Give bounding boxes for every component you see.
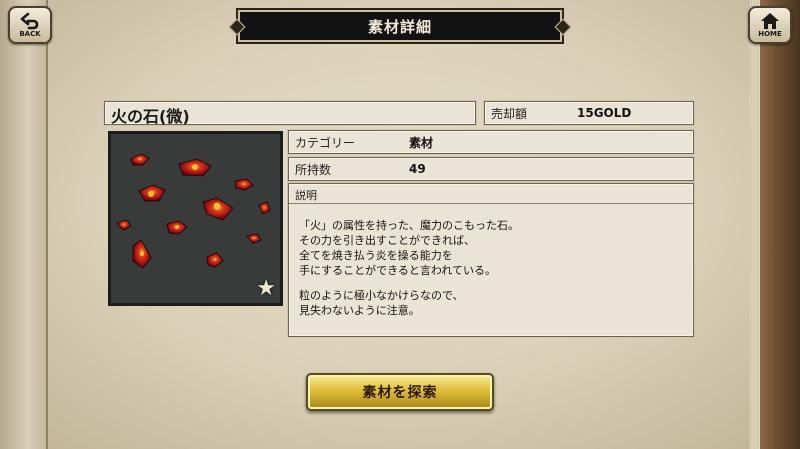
category-row: カテゴリー 素材 xyxy=(288,130,694,154)
back-button[interactable]: BACK xyxy=(8,6,52,44)
rarity-star-icon: ★ xyxy=(256,276,276,301)
description-header: 説明 xyxy=(289,184,693,204)
back-arrow-icon xyxy=(20,12,39,30)
owned-count-label: 所持数 xyxy=(295,162,332,177)
description-line: 見失わないように注意。 xyxy=(299,304,420,317)
book-left-edge xyxy=(0,0,48,449)
home-label: HOME xyxy=(758,30,782,38)
description-paragraph: 「火」の属性を持った、魔力のこもった石。 その力を引き出すことができれば、 全て… xyxy=(299,218,685,278)
fire-stone-icon xyxy=(111,134,280,303)
explore-material-label: 素材を探索 xyxy=(362,385,438,401)
description-paragraph: 粒のように極小なかけらなので、 見失わないように注意。 xyxy=(299,288,685,318)
description-line: 「火」の属性を持った、魔力のこもった石。 xyxy=(299,219,519,232)
owned-count-row: 所持数 49 xyxy=(288,157,694,181)
description-line: 手にすることができると言われている。 xyxy=(299,264,497,277)
page-title: 素材詳細 xyxy=(367,17,432,36)
page-title-banner: 素材詳細 xyxy=(236,8,564,44)
item-name-field: 火の石(微) xyxy=(104,101,476,126)
book-cover-right xyxy=(760,0,800,449)
explore-material-button[interactable]: 素材を探索 xyxy=(306,373,494,411)
description-line: 全てを焼き払う炎を操る能力を xyxy=(299,249,453,262)
description-label: 説明 xyxy=(295,189,317,202)
book-page-edges xyxy=(750,0,760,449)
back-label: BACK xyxy=(19,30,41,38)
description-text: 「火」の属性を持った、魔力のこもった石。 その力を引き出すことができれば、 全て… xyxy=(299,218,685,328)
category-label: カテゴリー xyxy=(295,135,356,150)
category-value: 素材 xyxy=(409,135,434,150)
home-icon xyxy=(761,13,779,29)
description-panel: 説明 「火」の属性を持った、魔力のこもった石。 その力を引き出すことができれば、… xyxy=(288,183,694,337)
home-button[interactable]: HOME xyxy=(748,6,792,44)
owned-count-value: 49 xyxy=(409,162,426,176)
sell-price-value: 15GOLD xyxy=(577,106,632,120)
description-line: 粒のように極小なかけらなので、 xyxy=(299,289,464,302)
description-line: その力を引き出すことができれば、 xyxy=(299,234,475,247)
item-image: ★ xyxy=(108,131,283,306)
sell-price-row: 売却額 15GOLD xyxy=(484,101,694,125)
sell-price-label: 売却額 xyxy=(491,106,528,121)
item-name: 火の石(微) xyxy=(111,107,190,126)
